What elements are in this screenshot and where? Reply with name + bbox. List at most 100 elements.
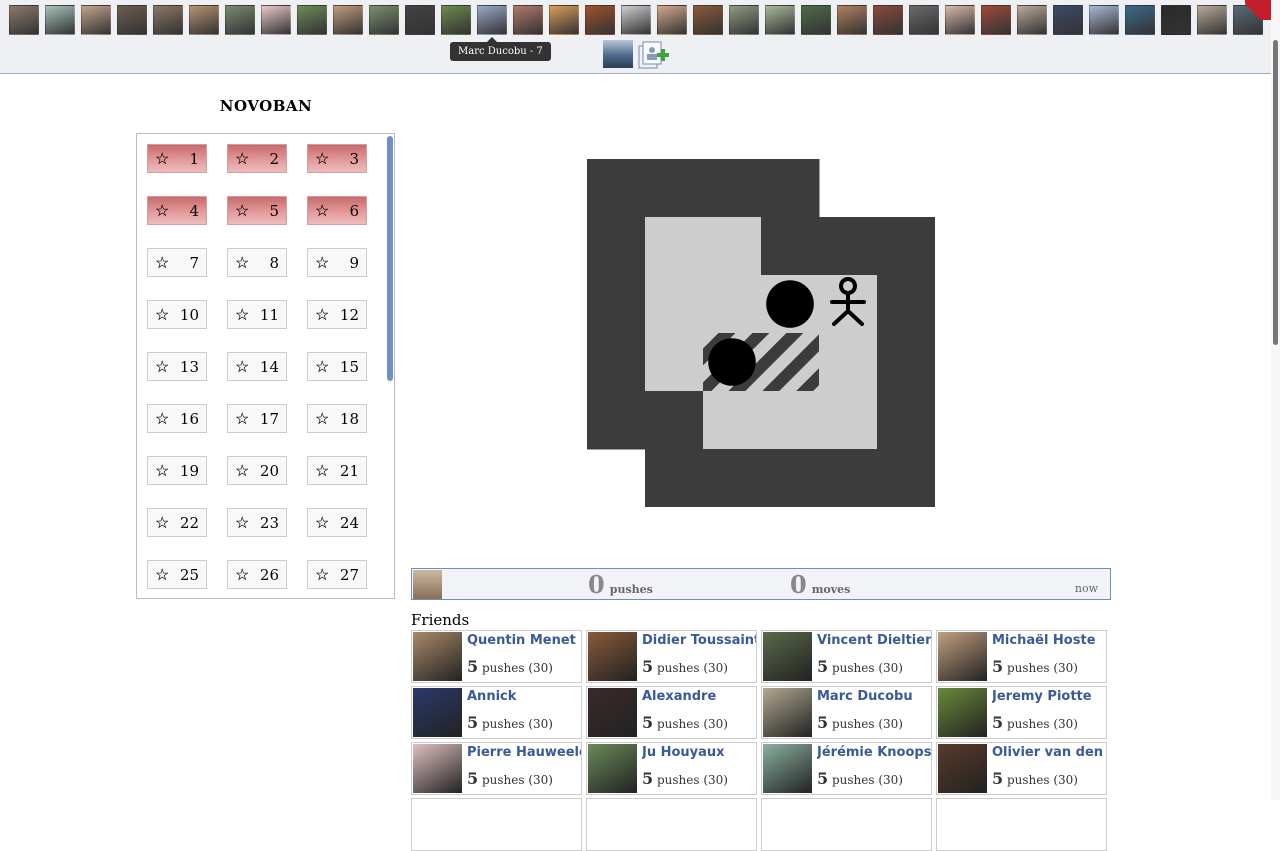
level-button[interactable]: ☆ 10 — [147, 300, 207, 329]
friend-avatar[interactable] — [333, 5, 363, 35]
friend-photo[interactable] — [763, 688, 812, 737]
friend-avatar[interactable] — [729, 5, 759, 35]
level-button[interactable]: ☆ 6 — [307, 196, 367, 225]
level-button[interactable]: ☆ 24 — [307, 508, 367, 537]
friend-name[interactable]: Jeremy Piotte — [992, 689, 1106, 704]
friend-photo[interactable] — [588, 632, 637, 681]
friend-card[interactable]: Marc Ducobu 5 pushes (30) — [761, 686, 932, 739]
friend-avatar[interactable] — [297, 5, 327, 35]
friend-avatar[interactable] — [405, 5, 435, 35]
friend-avatar[interactable] — [621, 5, 651, 35]
friend-photo[interactable] — [938, 632, 987, 681]
friend-card[interactable]: Jérémie Knoops 5 pushes (30) — [761, 742, 932, 795]
friend-card[interactable] — [761, 798, 932, 851]
friend-card[interactable] — [936, 798, 1107, 851]
level-button[interactable]: ☆ 9 — [307, 248, 367, 277]
friend-card[interactable]: Quentin Menet 5 pushes (30) — [411, 630, 582, 683]
level-button[interactable]: ☆ 20 — [227, 456, 287, 485]
sokoban-board[interactable] — [587, 159, 935, 507]
friend-card[interactable]: Jeremy Piotte 5 pushes (30) — [936, 686, 1107, 739]
friend-photo[interactable] — [413, 632, 462, 681]
friend-name[interactable]: Jérémie Knoops — [817, 745, 931, 760]
friend-photo[interactable] — [763, 632, 812, 681]
friend-photo[interactable] — [413, 744, 462, 793]
friend-card[interactable]: Michaël Hoste 5 pushes (30) — [936, 630, 1107, 683]
friend-photo[interactable] — [938, 688, 987, 737]
level-button[interactable]: ☆ 1 — [147, 144, 207, 173]
friend-avatar[interactable] — [549, 5, 579, 35]
friend-card[interactable] — [411, 798, 582, 851]
friend-avatar[interactable] — [225, 5, 255, 35]
friend-avatar[interactable] — [1017, 5, 1047, 35]
page-scrollbar[interactable] — [1271, 0, 1280, 800]
friend-photo[interactable] — [413, 688, 462, 737]
friend-avatar[interactable] — [981, 5, 1011, 35]
friend-name[interactable]: Olivier van den — [992, 745, 1106, 760]
friend-name[interactable]: Michaël Hoste — [992, 633, 1106, 648]
friend-avatar[interactable] — [657, 5, 687, 35]
friend-avatar[interactable] — [1053, 5, 1083, 35]
friend-avatar[interactable] — [477, 5, 507, 35]
level-button[interactable]: ☆ 19 — [147, 456, 207, 485]
corner-ribbon[interactable] — [1245, 0, 1271, 20]
friend-avatar[interactable] — [153, 5, 183, 35]
friend-avatar[interactable] — [1161, 5, 1191, 35]
level-button[interactable]: ☆ 14 — [227, 352, 287, 381]
level-button[interactable]: ☆ 8 — [227, 248, 287, 277]
friend-photo[interactable] — [588, 744, 637, 793]
friend-avatar[interactable] — [909, 5, 939, 35]
page-scroll-thumb[interactable] — [1273, 40, 1278, 345]
level-button[interactable]: ☆ 15 — [307, 352, 367, 381]
level-button[interactable]: ☆ 11 — [227, 300, 287, 329]
level-button[interactable]: ☆ 5 — [227, 196, 287, 225]
level-button[interactable]: ☆ 25 — [147, 560, 207, 589]
friend-card[interactable] — [586, 798, 757, 851]
friend-avatar[interactable] — [837, 5, 867, 35]
friend-name[interactable]: Alexandre — [642, 689, 756, 704]
friend-card[interactable]: Olivier van den 5 pushes (30) — [936, 742, 1107, 795]
friend-card[interactable]: Annick 5 pushes (30) — [411, 686, 582, 739]
friend-avatar[interactable] — [117, 5, 147, 35]
level-button[interactable]: ☆ 22 — [147, 508, 207, 537]
level-button[interactable]: ☆ 26 — [227, 560, 287, 589]
level-button[interactable]: ☆ 7 — [147, 248, 207, 277]
friend-avatar[interactable] — [1197, 5, 1227, 35]
friend-avatar[interactable] — [9, 5, 39, 35]
friend-avatar[interactable] — [441, 5, 471, 35]
level-list-scroll-thumb[interactable] — [387, 136, 393, 381]
level-button[interactable]: ☆ 23 — [227, 508, 287, 537]
level-button[interactable]: ☆ 21 — [307, 456, 367, 485]
friend-avatar[interactable] — [369, 5, 399, 35]
friend-avatar[interactable] — [45, 5, 75, 35]
level-button[interactable]: ☆ 2 — [227, 144, 287, 173]
add-friend-icon[interactable] — [638, 40, 670, 70]
level-button[interactable]: ☆ 18 — [307, 404, 367, 433]
friend-photo[interactable] — [938, 744, 987, 793]
friend-avatar[interactable] — [1125, 5, 1155, 35]
friend-name[interactable]: Quentin Menet — [467, 633, 581, 648]
friend-card[interactable]: Ju Houyaux 5 pushes (30) — [586, 742, 757, 795]
friend-avatar[interactable] — [945, 5, 975, 35]
friend-name[interactable]: Ju Houyaux — [642, 745, 756, 760]
friend-avatar[interactable] — [513, 5, 543, 35]
friend-name[interactable]: Pierre Hauweele — [467, 745, 581, 760]
friend-photo[interactable] — [763, 744, 812, 793]
friend-card[interactable]: Vincent Dieltiens 5 pushes (30) — [761, 630, 932, 683]
friend-avatar[interactable] — [81, 5, 111, 35]
friend-avatar[interactable] — [1089, 5, 1119, 35]
friend-avatar[interactable] — [585, 5, 615, 35]
friend-avatar[interactable] — [765, 5, 795, 35]
level-button[interactable]: ☆ 17 — [227, 404, 287, 433]
friend-name[interactable]: Vincent Dieltiens — [817, 633, 931, 648]
friend-card[interactable]: Didier Toussaint 5 pushes (30) — [586, 630, 757, 683]
friend-avatar[interactable] — [801, 5, 831, 35]
friend-card[interactable]: Pierre Hauweele 5 pushes (30) — [411, 742, 582, 795]
friend-avatar[interactable] — [873, 5, 903, 35]
friend-photo[interactable] — [588, 688, 637, 737]
friend-avatar[interactable] — [189, 5, 219, 35]
friend-card[interactable]: Alexandre 5 pushes (30) — [586, 686, 757, 739]
level-button[interactable]: ☆ 4 — [147, 196, 207, 225]
car-thumbnail[interactable] — [603, 40, 633, 68]
level-button[interactable]: ☆ 16 — [147, 404, 207, 433]
level-button[interactable]: ☆ 3 — [307, 144, 367, 173]
